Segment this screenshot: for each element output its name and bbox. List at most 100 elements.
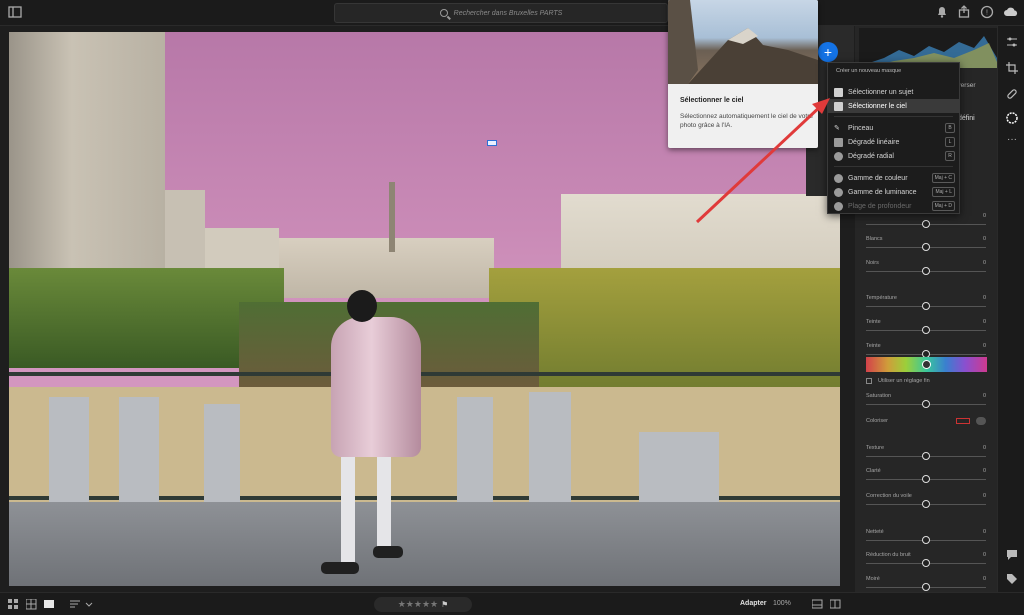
hedge-right bbox=[489, 268, 840, 398]
search-placeholder: Rechercher dans Bruxelles PARTS bbox=[453, 9, 563, 17]
adjustment-slider[interactable]: Netteté 0 bbox=[866, 529, 988, 553]
menu-item[interactable]: Sélectionner le ciel bbox=[828, 99, 959, 113]
slider-label: Noirs bbox=[866, 260, 879, 266]
rating-stars[interactable]: ★★★★★ bbox=[398, 599, 438, 610]
slider-knob[interactable] bbox=[922, 400, 930, 408]
post bbox=[639, 432, 719, 502]
preset-label[interactable]: défini bbox=[958, 115, 975, 122]
compare-icon[interactable] bbox=[812, 599, 823, 610]
star-rating[interactable]: ★★★★★ ⚑ bbox=[374, 597, 472, 612]
adjustment-slider[interactable]: Température 0 bbox=[866, 295, 988, 319]
colorize-row[interactable]: Coloriser bbox=[866, 417, 988, 425]
lightroom-window: Rechercher dans Bruxelles PARTS ! + Inve… bbox=[0, 0, 1024, 615]
post bbox=[204, 404, 240, 502]
masking-icon[interactable] bbox=[1006, 112, 1018, 124]
adjustment-slider[interactable]: Teinte 0 bbox=[866, 319, 988, 343]
menu-divider bbox=[834, 166, 953, 167]
menu-item-label: Gamme de luminance bbox=[848, 188, 917, 196]
healing-icon[interactable] bbox=[1006, 88, 1018, 100]
slider-label: Température bbox=[866, 295, 897, 301]
person-head bbox=[347, 290, 377, 322]
slider-value: 0 bbox=[982, 576, 986, 582]
color-range-icon bbox=[834, 173, 843, 183]
tooltip-card: Sélectionner le ciel Sélectionnez automa… bbox=[668, 0, 818, 148]
person-icon bbox=[834, 87, 843, 97]
before-after-icon[interactable] bbox=[830, 599, 841, 610]
hue-knob[interactable] bbox=[922, 360, 931, 369]
slider-knob[interactable] bbox=[922, 536, 930, 544]
flag-icon[interactable]: ⚑ bbox=[441, 600, 448, 609]
adjustment-slider[interactable]: Réduction du bruit 0 bbox=[866, 552, 988, 576]
colorize-toggle[interactable] bbox=[976, 417, 986, 425]
person-shoe bbox=[373, 546, 403, 558]
search-input[interactable]: Rechercher dans Bruxelles PARTS bbox=[334, 3, 668, 23]
zoom-level[interactable]: 100% bbox=[773, 600, 791, 607]
shortcut-key: R bbox=[945, 151, 955, 161]
slider-knob[interactable] bbox=[922, 559, 930, 567]
railing-top bbox=[9, 372, 840, 376]
fine-tune-label: Utiliser un réglage fin bbox=[878, 378, 930, 384]
depth-range-icon bbox=[834, 201, 843, 211]
fine-tune-row[interactable]: Utiliser un réglage fin bbox=[866, 378, 930, 384]
adjustment-slider[interactable]: Clarté 0 bbox=[866, 468, 988, 492]
shortcut-key: L bbox=[945, 137, 955, 147]
menu-header: Créer un nouveau masque bbox=[836, 68, 902, 74]
tool-strip bbox=[997, 26, 1024, 592]
slider-knob[interactable] bbox=[922, 220, 930, 228]
slider-knob[interactable] bbox=[922, 326, 930, 334]
square-grid-icon[interactable] bbox=[26, 599, 37, 610]
slider-label: Blancs bbox=[866, 236, 883, 242]
add-mask-button[interactable]: + bbox=[818, 42, 838, 62]
color-swatch[interactable] bbox=[956, 418, 970, 424]
menu-divider bbox=[834, 116, 953, 117]
adjustment-slider[interactable]: Correction du voile 0 bbox=[866, 493, 988, 517]
adjustment-slider[interactable]: 0 bbox=[866, 213, 988, 237]
sliders-icon[interactable] bbox=[1006, 36, 1018, 48]
panel-toggle-icon[interactable] bbox=[8, 5, 22, 19]
menu-item-label: Sélectionner un sujet bbox=[848, 88, 914, 96]
menu-item[interactable]: ✎ Pinceau B bbox=[828, 121, 959, 135]
menu-item[interactable]: Gamme de couleur Maj + C bbox=[828, 171, 959, 185]
share-icon[interactable] bbox=[957, 5, 971, 19]
crop-icon[interactable] bbox=[1006, 62, 1018, 74]
post bbox=[529, 392, 571, 502]
slider-knob[interactable] bbox=[922, 475, 930, 483]
single-view-icon[interactable] bbox=[44, 599, 55, 610]
grid-view-icon[interactable] bbox=[8, 599, 19, 610]
building-left bbox=[9, 32, 165, 272]
slider-label: Clarté bbox=[866, 468, 881, 474]
slider-knob[interactable] bbox=[922, 500, 930, 508]
slider-value: 0 bbox=[982, 213, 986, 219]
slider-knob[interactable] bbox=[922, 452, 930, 460]
slider-label: Correction du voile bbox=[866, 493, 912, 499]
top-bar: Rechercher dans Bruxelles PARTS ! bbox=[0, 0, 1024, 26]
slider-value: 0 bbox=[982, 552, 986, 558]
menu-item[interactable]: Gamme de luminance Maj + L bbox=[828, 185, 959, 199]
adjustment-slider[interactable]: Noirs 0 bbox=[866, 260, 988, 284]
saturation-slider[interactable]: Saturation 0 bbox=[866, 393, 988, 417]
svg-text:!: ! bbox=[986, 10, 988, 17]
slider-knob[interactable] bbox=[922, 267, 930, 275]
cloud-icon[interactable] bbox=[1004, 5, 1018, 19]
skyline bbox=[279, 238, 494, 298]
comment-icon[interactable] bbox=[1006, 549, 1018, 561]
tag-icon[interactable] bbox=[1006, 573, 1018, 585]
more-icon[interactable]: ··· bbox=[1006, 134, 1018, 146]
sort-icon[interactable] bbox=[70, 599, 94, 610]
slider-label: Moiré bbox=[866, 576, 880, 582]
fit-button[interactable]: Adapter bbox=[740, 600, 766, 607]
menu-item-label: Dégradé linéaire bbox=[848, 138, 900, 146]
slider-knob[interactable] bbox=[922, 302, 930, 310]
menu-item[interactable]: Dégradé radial R bbox=[828, 149, 959, 163]
menu-item[interactable]: Dégradé linéaire L bbox=[828, 135, 959, 149]
adjustment-slider[interactable]: Blancs 0 bbox=[866, 236, 988, 260]
slider-knob[interactable] bbox=[922, 583, 930, 591]
slider-label: Texture bbox=[866, 445, 885, 451]
adjustment-slider[interactable]: Texture 0 bbox=[866, 445, 988, 469]
checkbox[interactable] bbox=[866, 378, 872, 384]
bell-icon[interactable] bbox=[935, 5, 949, 19]
menu-item[interactable]: Sélectionner un sujet bbox=[828, 85, 959, 99]
post bbox=[49, 397, 89, 502]
slider-knob[interactable] bbox=[922, 243, 930, 251]
help-icon[interactable]: ! bbox=[980, 5, 994, 19]
